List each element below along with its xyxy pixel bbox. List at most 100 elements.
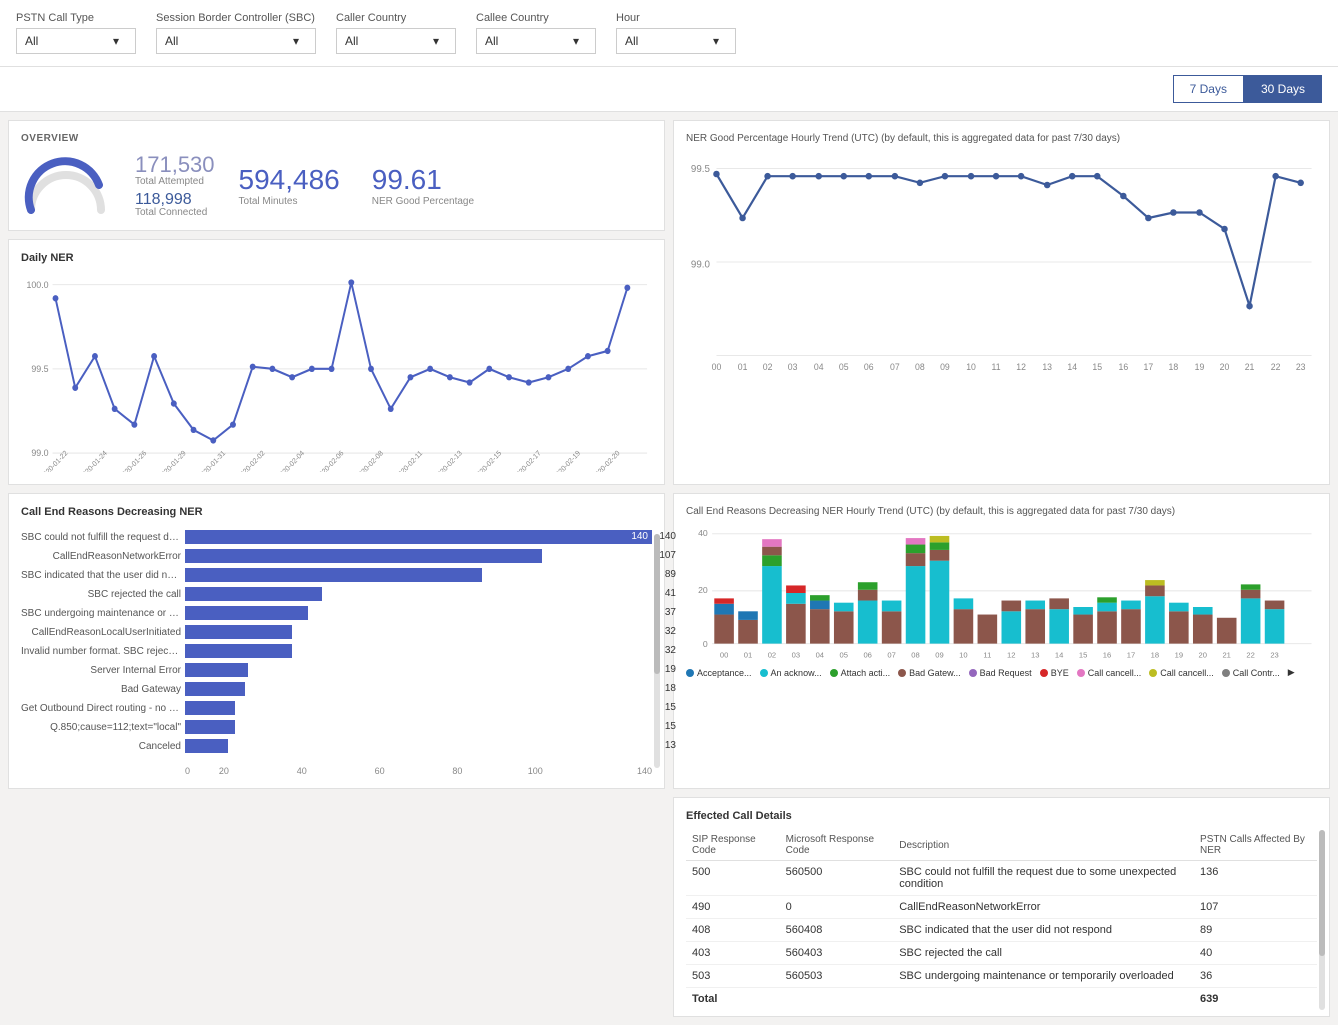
effected-panel: Effected Call Details SIP Response CodeM… [673,797,1330,1017]
svg-text:22: 22 [1271,362,1281,372]
table-cell: SBC undergoing maintenance or temporaril… [893,965,1194,988]
call-end-hourly-title: Call End Reasons Decreasing NER Hourly T… [686,506,1317,517]
legend-color-dot [1040,669,1048,677]
legend-label: Call Contr... [1233,668,1280,678]
sbc-filter-group: Session Border Controller (SBC) All ▾ [156,12,316,54]
ner-trend-svg: 99.5 99.0 [686,152,1317,372]
bar-row: CallEndReasonNetworkError107 [21,549,652,563]
legend-color-dot [686,669,694,677]
legend-more-arrow[interactable]: ▶ [1288,667,1295,678]
overview-content: 171,530 Total Attempted 118,998 Total Co… [21,152,652,218]
svg-text:12: 12 [1007,651,1015,660]
bar-label: Canceled [21,741,181,752]
table-header: Description [893,830,1194,861]
svg-text:10: 10 [966,362,976,372]
svg-text:2020-02-06: 2020-02-06 [315,449,345,472]
bar-track: 15 [185,701,652,715]
legend-item: Call Contr... [1222,667,1280,678]
bar-fill [185,739,228,753]
legend-item: Acceptance... [686,667,752,678]
pstn-select[interactable]: All ▾ [16,28,136,54]
svg-text:01: 01 [738,362,748,372]
scrollbar[interactable] [654,534,660,768]
table-cell: SBC rejected the call [893,942,1194,965]
table-cell: 560403 [780,942,894,965]
table-cell: CallEndReasonNetworkError [893,896,1194,919]
bar-row: SBC undergoing maintenance or te...37 [21,606,652,620]
table-cell: 36 [1194,965,1317,988]
bar-track: 18 [185,682,652,696]
bar-row: SBC rejected the call 41 [21,587,652,601]
pstn-chevron-icon: ▾ [113,34,119,48]
pstn-value: All [25,34,38,48]
bar-track: 32 [185,644,652,658]
svg-text:18: 18 [1169,362,1179,372]
legend-label: Bad Gatew... [909,668,961,678]
thirty-days-button[interactable]: 30 Days [1244,75,1322,103]
legend-color-dot [830,669,838,677]
svg-text:21: 21 [1245,362,1255,372]
hour-filter-group: Hour All ▾ [616,12,736,54]
svg-text:01: 01 [744,651,752,660]
svg-text:20: 20 [1220,362,1230,372]
legend-label: Call cancell... [1160,668,1214,678]
total-value: 639 [1194,988,1317,1011]
table-header: Microsoft Response Code [780,830,894,861]
bar-value-out: 140 [659,530,676,544]
callee-label: Callee Country [476,12,596,24]
legend-label: Acceptance... [697,668,752,678]
bar-track: 15 [185,720,652,734]
seven-days-button[interactable]: 7 Days [1173,75,1244,103]
bar-row: SBC indicated that the user did not r...… [21,568,652,582]
caller-select[interactable]: All ▾ [336,28,456,54]
hour-select[interactable]: All ▾ [616,28,736,54]
svg-text:09: 09 [935,651,943,660]
bar-row: Get Outbound Direct routing - no tr...15 [21,701,652,715]
callee-chevron-icon: ▾ [573,34,579,48]
bar-track: 13 [185,739,652,753]
svg-text:14: 14 [1055,651,1063,660]
svg-text:00: 00 [712,362,722,372]
hour-value: All [625,34,638,48]
bar-value: 140 [631,530,648,544]
callee-filter-group: Callee Country All ▾ [476,12,596,54]
table-scrollbar-thumb[interactable] [1319,830,1325,956]
svg-text:100.0: 100.0 [26,280,48,290]
gauge-svg [21,155,111,215]
svg-text:23: 23 [1296,362,1306,372]
svg-text:12: 12 [1016,362,1026,372]
svg-text:06: 06 [863,651,871,660]
svg-text:21: 21 [1222,651,1230,660]
svg-text:08: 08 [915,362,925,372]
scrollbar-thumb[interactable] [654,534,660,674]
svg-text:0: 0 [703,639,708,649]
table-header: PSTN Calls Affected By NER [1194,830,1317,861]
table-scrollbar[interactable] [1319,830,1325,1010]
legend-color-dot [760,669,768,677]
bar-track: 19 [185,663,652,677]
table-row: 500560500SBC could not fulfill the reque… [686,861,1317,896]
callee-select[interactable]: All ▾ [476,28,596,54]
legend-color-dot [1149,669,1157,677]
bar-label: SBC indicated that the user did not r... [21,570,181,581]
svg-text:2020-02-15: 2020-02-15 [473,449,503,472]
bar-fill [185,587,322,601]
bar-value: 19 [665,663,676,677]
table-cell: 0 [780,896,894,919]
table-cell: 107 [1194,896,1317,919]
svg-text:02: 02 [763,362,773,372]
table-cell: 136 [1194,861,1317,896]
legend-item: An acknow... [760,667,822,678]
bar-value: 107 [659,549,676,563]
table-row: 503560503SBC undergoing maintenance or t… [686,965,1317,988]
bar-label: SBC rejected the call [21,589,181,600]
svg-text:04: 04 [814,362,824,372]
bar-x-axis: 0 20 40 60 80 100 140 [185,766,652,776]
svg-text:07: 07 [887,651,895,660]
bar-track: 41 [185,587,652,601]
overview-stats: 171,530 Total Attempted 118,998 Total Co… [135,152,215,218]
bar-track: 140140 [185,530,652,544]
bar-row: CallEndReasonLocalUserInitiated32 [21,625,652,639]
bar-fill: 140 [185,530,652,544]
sbc-select[interactable]: All ▾ [156,28,316,54]
